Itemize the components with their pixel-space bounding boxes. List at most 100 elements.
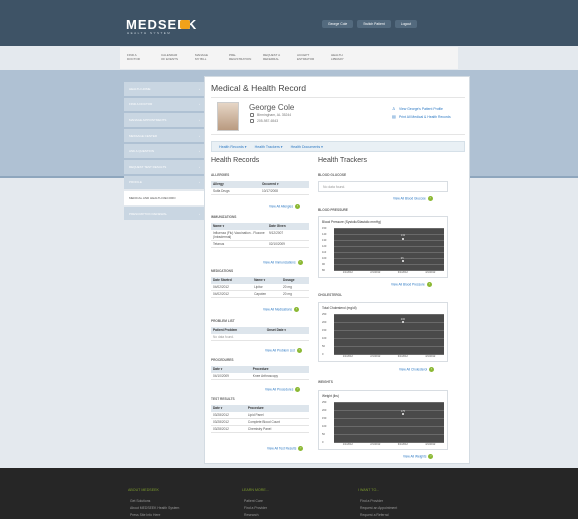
footer-link[interactable]: Get Solutions [130,499,150,503]
grid-line [334,434,444,435]
sidebar: HEALTH HOME FIND A DOCTOR MANAGE APPOINT… [124,82,204,222]
data-point[interactable] [401,321,404,323]
sidebar-item-prescription-renewal[interactable]: PRESCRIPTION RENEWAL [124,206,204,221]
x-tick-label: 4/1/2012 [425,271,436,274]
procedures-table: Date ▾ Procedure 04/10/2009 Knee Arthrosco… [211,366,309,380]
nav-calendar[interactable]: CALENDAR OF EVENTS [161,54,186,61]
view-all-weights-link[interactable]: View All Weights › [403,454,434,459]
problem-list-table: Patient Problem Onset Date ▾ No data foun… [211,327,309,341]
footer-link[interactable]: Find a Provider [360,499,383,503]
sidebar-item-medical-record[interactable]: MEDICAL AND HEALTH RECORD [124,191,204,205]
y-tick-label: 0 [322,352,324,356]
x-tick-label: 2/1/2012 [370,271,381,274]
col-header-label: Dosage [283,278,295,283]
print-records-link[interactable]: Print All Medical & Health Records [399,115,451,119]
table-row: No data found. [211,333,309,341]
tab-health-records[interactable]: Health Records ▾ [219,145,247,149]
arrow-icon: › [428,454,434,459]
x-tick-label: 4/1/2012 [425,355,436,358]
view-patient-profile-link[interactable]: View George's Patient Profile [399,107,443,111]
data-point[interactable] [401,260,404,262]
user-name-link[interactable]: George Cole [322,20,354,28]
view-all-allergies-link[interactable]: View All Allergies › [269,204,301,209]
footer-link[interactable]: Request an Appointment [360,506,397,510]
top-header: MEDSEEK HEALTH SYSTEM George Cole Switch… [0,0,578,46]
nav-pre-registration[interactable]: PRE- REGISTRATION [229,54,254,61]
table-row: 04/02/2012 Capoten 20 mg [211,290,309,298]
col-header-label: Date Given [269,224,286,229]
view-all-test-results-link[interactable]: View All Test Results › [267,446,304,451]
allergies-title: ALLERGIES [211,173,230,177]
medications-table: Date Started Name ▾ Dosage 04/02/2012 Lipit… [211,277,309,298]
switch-patient-link[interactable]: Switch Patient [357,20,391,28]
y-tick-label: 100 [322,336,327,340]
nav-health-library[interactable]: HEALTH LIBRARY [331,54,356,61]
tab-health-documents[interactable]: Health Documents ▾ [291,145,323,149]
blood-glucose-title: BLOOD GLUCOSE [318,173,347,177]
data-point[interactable] [401,413,404,415]
data-label: 95 [400,256,404,260]
col-header-label: Date [213,406,220,411]
grid-line [334,246,444,247]
view-all-immunizations-link[interactable]: View All Immunizations › [263,260,303,265]
y-tick-label: 150 [322,226,327,230]
view-all-medications-link[interactable]: View All Medications › [263,307,299,312]
footer-link[interactable]: Find a Provider [244,506,267,510]
nav-manage-bill[interactable]: MANAGE MY BILL [195,54,220,61]
table-cell: Tetanus [211,240,267,248]
empty-message: No data found. [211,333,309,341]
allergies-table: Allergy Occurred ▾ Sulfa Drugs 10/17/2008 [211,181,309,195]
link-label: View All Blood Glucose [393,196,426,201]
view-all-problem-list-link[interactable]: View All Problem List › [265,348,302,353]
y-tick-label: 50 [322,432,325,436]
table-cell: Influenza (Flu) Vaccination - Fluzone (I… [211,229,267,241]
sidebar-item-appointments[interactable]: MANAGE APPOINTMENTS [124,113,204,127]
link-label: View All Test Results [267,446,297,451]
grid-line [334,234,444,235]
grid-line [334,264,444,265]
col-header-label: Allergy [213,182,224,187]
footer-link[interactable]: Press Site Info Here [130,513,160,517]
sidebar-item-test-results[interactable]: REQUEST TEST RESULTS [124,159,204,174]
chart-plot-area: 175 [334,402,444,443]
table-row: Tetanus 02/10/2009 [211,240,309,248]
x-tick-label: 1/1/2012 [342,443,353,446]
view-all-procedures-link[interactable]: View All Procedures › [265,387,301,392]
sidebar-item-find-doctor[interactable]: FIND A DOCTOR [124,97,204,112]
table-cell: 03/28/2012 [211,425,246,433]
nav-request-referral[interactable]: REQUEST A REFERRAL [263,54,288,61]
x-tick-label: 1/1/2012 [342,271,353,274]
footer-link[interactable]: Request a Referral [360,513,388,517]
table-row: Sulfa Drugs 10/17/2008 [211,187,309,195]
view-all-blood-pressure-link[interactable]: View All Blood Pressure › [391,282,432,287]
sidebar-item-health-home[interactable]: HEALTH HOME [124,82,204,96]
y-tick-label: 80 [322,268,325,272]
data-point[interactable] [401,238,404,240]
view-all-blood-glucose-link[interactable]: View All Blood Glucose › [393,196,433,201]
table-row: 03/28/2012 Complete Blood Count [211,418,309,426]
footer-link[interactable]: Patient Care [244,499,263,503]
grid-line [334,330,444,331]
tab-health-trackers[interactable]: Health Trackers ▾ [255,145,283,149]
footer-link[interactable]: About MEDSEEK Health System [130,506,179,510]
nav-find-doctor[interactable]: FIND A DOCTOR [127,54,152,61]
footer-link[interactable]: Research [244,513,259,517]
problem-list-title: PROBLEM LIST [211,319,235,323]
sidebar-item-profile[interactable]: PROFILE [124,175,204,190]
col-header-label: Date [213,367,220,372]
arrow-icon: › [295,387,301,392]
sidebar-item-ask-question[interactable]: ASK A QUESTION [124,144,204,158]
tab-health-documents-label: Health Documents [290,144,321,149]
patient-profile: George Cole Birmingham, AL 35244 205-987… [211,97,465,135]
chart-title: Total Cholesterol (mg/dl) [322,306,357,310]
sidebar-item-message-center[interactable]: MESSAGE CENTER [124,128,204,143]
table-row: Influenza (Flu) Vaccination - Fluzone (I… [211,229,309,241]
col-header-label: Procedure [247,406,264,411]
view-all-cholesterol-link[interactable]: View All Cholesterol › [399,367,435,372]
data-label: 175 [400,409,406,413]
medications-title: MEDICATIONS [211,269,234,273]
table-cell: 04/02/2012 [211,290,253,298]
nav-accept-estimator[interactable]: ACCEPT ESTIMATOR [297,54,322,61]
logout-link[interactable]: Logout [394,20,418,28]
link-label: View All Problem List [265,348,295,353]
